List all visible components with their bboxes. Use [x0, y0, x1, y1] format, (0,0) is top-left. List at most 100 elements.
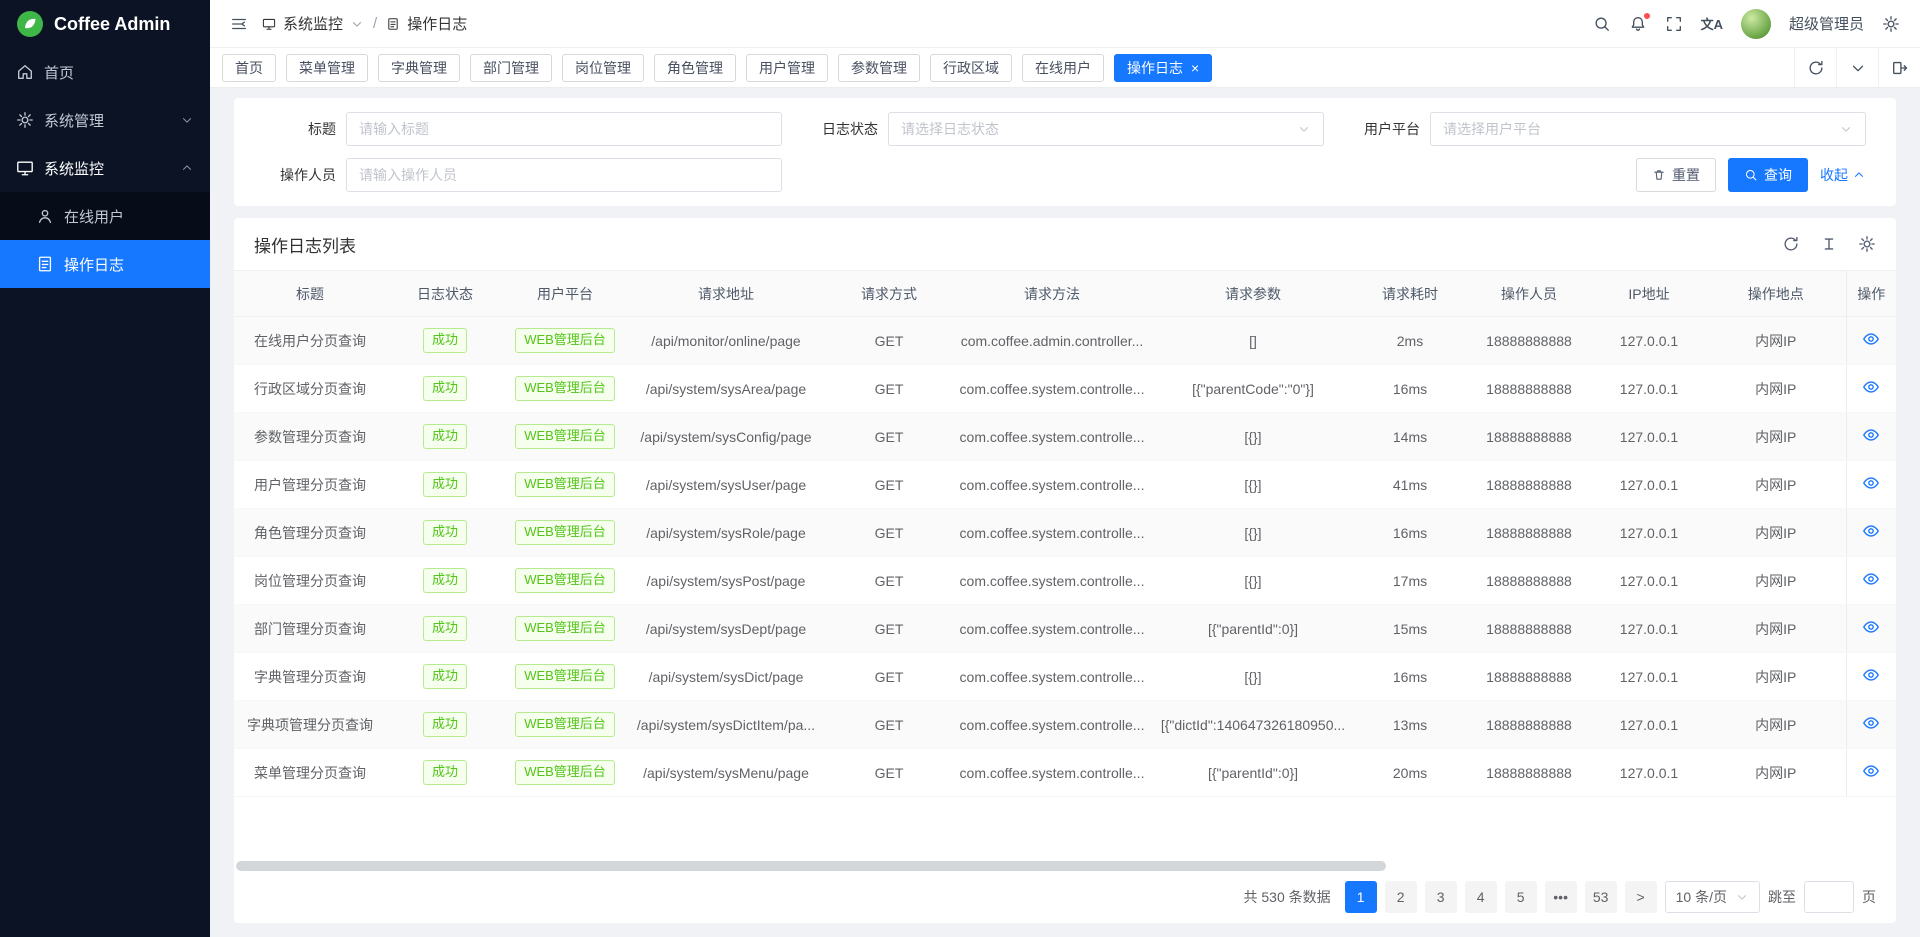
notification-bell-icon[interactable]	[1629, 15, 1647, 33]
tab-dept-management[interactable]: 部门管理	[470, 54, 552, 82]
page-button-5[interactable]: 5	[1505, 881, 1537, 913]
table-row: 岗位管理分页查询 成功 WEB管理后台 /api/system/sysPost/…	[234, 557, 1896, 605]
cell-ip: 127.0.0.1	[1592, 365, 1706, 413]
search-button[interactable]: 查询	[1728, 158, 1808, 192]
refresh-table-icon[interactable]	[1782, 235, 1800, 253]
operator-filter-input[interactable]	[346, 158, 782, 192]
reset-button[interactable]: 重置	[1636, 158, 1716, 192]
cell-action	[1846, 317, 1896, 365]
row-density-icon[interactable]	[1820, 235, 1838, 253]
page-button-2[interactable]: 2	[1385, 881, 1417, 913]
page-more-icon[interactable]: •••	[1545, 881, 1577, 913]
tab-label: 操作日志	[1127, 58, 1183, 78]
chevron-down-icon[interactable]	[350, 17, 364, 31]
tab-online-users[interactable]: 在线用户	[1022, 54, 1104, 82]
collapse-filters-link[interactable]: 收起	[1820, 165, 1866, 185]
sidebar-item-system-management[interactable]: 系统管理	[0, 96, 210, 144]
cell-platform: WEB管理后台	[504, 509, 626, 557]
pagination: 共 530 条数据 1 2 3 4 5 ••• 53 > 10 条/页 跳至 页	[234, 871, 1896, 923]
tab-home[interactable]: 首页	[222, 54, 276, 82]
fullscreen-icon[interactable]	[1665, 15, 1683, 33]
operation-log-table: 标题 日志状态 用户平台 请求地址 请求方式 请求方法 请求参数 请求耗时 操作…	[234, 270, 1896, 797]
view-detail-eye-icon[interactable]	[1862, 666, 1880, 684]
sidebar-item-operation-log[interactable]: 操作日志	[0, 240, 210, 288]
cell-status: 成功	[386, 653, 504, 701]
logo: Coffee Admin	[0, 0, 210, 48]
cell-location: 内网IP	[1706, 509, 1846, 557]
cell-duration: 13ms	[1354, 701, 1466, 749]
view-detail-eye-icon[interactable]	[1862, 330, 1880, 348]
view-detail-eye-icon[interactable]	[1862, 474, 1880, 492]
layout-toggle-icon[interactable]	[1878, 48, 1920, 87]
view-detail-eye-icon[interactable]	[1862, 426, 1880, 444]
cell-platform: WEB管理后台	[504, 461, 626, 509]
log-status-select[interactable]: 请选择日志状态	[888, 112, 1324, 146]
page-button-4[interactable]: 4	[1465, 881, 1497, 913]
view-detail-eye-icon[interactable]	[1862, 570, 1880, 588]
cell-platform: WEB管理后台	[504, 365, 626, 413]
hscrollbar-thumb[interactable]	[236, 861, 1386, 871]
status-badge: 成功	[423, 424, 467, 448]
breadcrumb-root[interactable]: 系统监控	[283, 13, 343, 34]
title-filter-input[interactable]	[346, 112, 782, 146]
platform-badge: WEB管理后台	[515, 568, 615, 592]
cell-location: 内网IP	[1706, 365, 1846, 413]
collapse-sidebar-icon[interactable]	[230, 15, 248, 33]
cell-func: com.coffee.system.controlle...	[952, 413, 1152, 461]
cell-status: 成功	[386, 509, 504, 557]
chevron-down-icon	[1735, 890, 1749, 904]
sidebar-item-online-users[interactable]: 在线用户	[0, 192, 210, 240]
page-button-3[interactable]: 3	[1425, 881, 1457, 913]
view-detail-eye-icon[interactable]	[1862, 522, 1880, 540]
refresh-tab-icon[interactable]	[1794, 48, 1836, 87]
page-button-1[interactable]: 1	[1345, 881, 1377, 913]
view-detail-eye-icon[interactable]	[1862, 762, 1880, 780]
language-switch-icon[interactable]: 文A	[1701, 14, 1723, 33]
cell-location: 内网IP	[1706, 605, 1846, 653]
avatar[interactable]	[1741, 9, 1771, 39]
sidebar-item-label: 操作日志	[64, 254, 124, 275]
platform-select[interactable]: 请选择用户平台	[1430, 112, 1866, 146]
view-detail-eye-icon[interactable]	[1862, 378, 1880, 396]
cell-action	[1846, 653, 1896, 701]
filter-panel: 标题 日志状态 请选择日志状态 用户平台 请选择用户平台	[234, 98, 1896, 206]
tab-user-management[interactable]: 用户管理	[746, 54, 828, 82]
platform-badge: WEB管理后台	[515, 472, 615, 496]
tab-area-management[interactable]: 行政区域	[930, 54, 1012, 82]
topbar-actions: 文A 超级管理员	[1593, 9, 1900, 39]
sidebar-item-system-monitor[interactable]: 系统监控	[0, 144, 210, 192]
username[interactable]: 超级管理员	[1789, 13, 1864, 34]
status-badge: 成功	[423, 616, 467, 640]
column-settings-gear-icon[interactable]	[1858, 235, 1876, 253]
col-params: 请求参数	[1152, 271, 1354, 317]
tab-operation-log[interactable]: 操作日志 ×	[1114, 54, 1212, 82]
col-status: 日志状态	[386, 271, 504, 317]
page-size-select[interactable]: 10 条/页	[1665, 881, 1760, 913]
table-empty-space	[234, 797, 1896, 861]
tab-actions-chevron-icon[interactable]	[1836, 48, 1878, 87]
cell-operator: 18888888888	[1466, 701, 1592, 749]
tab-role-management[interactable]: 角色管理	[654, 54, 736, 82]
cell-location: 内网IP	[1706, 461, 1846, 509]
next-page-button[interactable]: >	[1625, 881, 1657, 913]
platform-badge: WEB管理后台	[515, 376, 615, 400]
tab-config-management[interactable]: 参数管理	[838, 54, 920, 82]
tab-menu-management[interactable]: 菜单管理	[286, 54, 368, 82]
settings-gear-icon[interactable]	[1882, 15, 1900, 33]
monitor-icon	[16, 159, 34, 177]
cell-url: /api/system/sysDict/page	[626, 653, 826, 701]
sidebar-item-home[interactable]: 首页	[0, 48, 210, 96]
view-detail-eye-icon[interactable]	[1862, 714, 1880, 732]
card-title: 操作日志列表	[254, 232, 356, 257]
tab-close-icon[interactable]: ×	[1191, 61, 1199, 75]
cell-status: 成功	[386, 701, 504, 749]
tab-post-management[interactable]: 岗位管理	[562, 54, 644, 82]
jump-page-input[interactable]	[1804, 881, 1854, 913]
page-button-53[interactable]: 53	[1585, 881, 1617, 913]
view-detail-eye-icon[interactable]	[1862, 618, 1880, 636]
status-badge: 成功	[423, 376, 467, 400]
search-icon[interactable]	[1593, 15, 1611, 33]
cell-platform: WEB管理后台	[504, 557, 626, 605]
cell-title: 部门管理分页查询	[234, 605, 386, 653]
tab-dict-management[interactable]: 字典管理	[378, 54, 460, 82]
